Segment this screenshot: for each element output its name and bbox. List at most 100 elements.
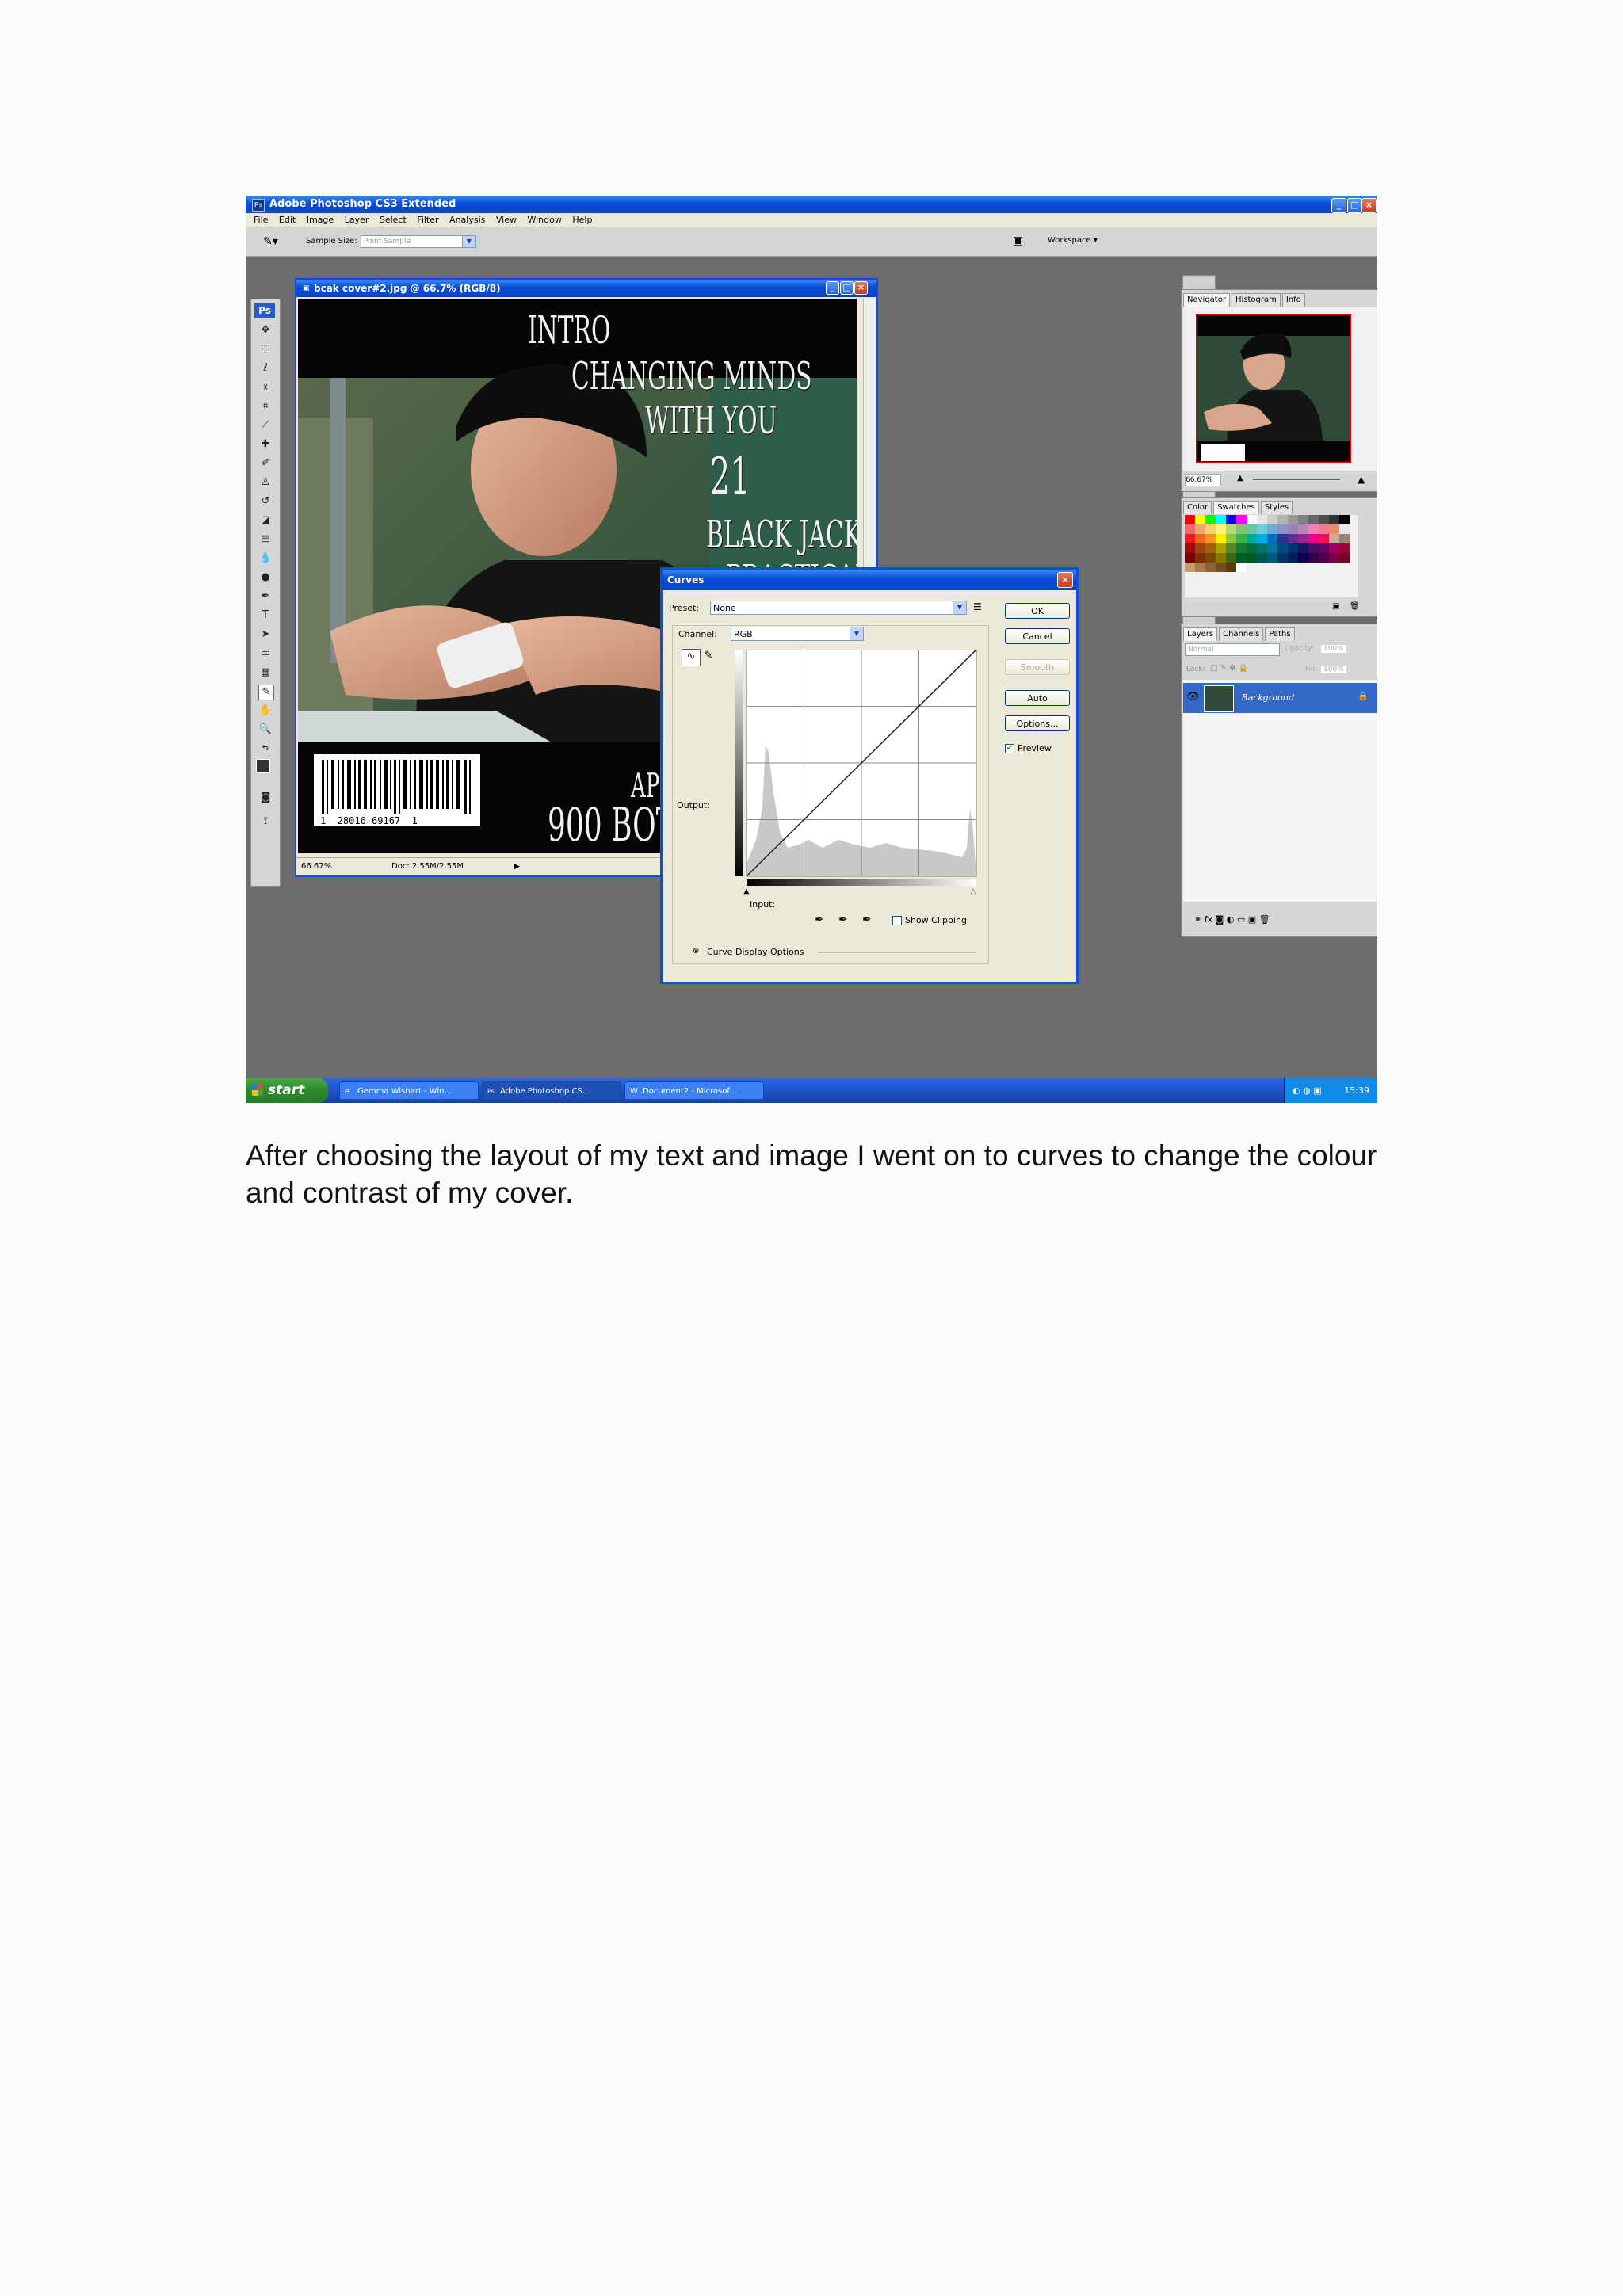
- pen-tool-icon[interactable]: ✒: [258, 589, 273, 604]
- white-eyedropper-icon[interactable]: ✒: [862, 913, 872, 926]
- taskbar-item-photoshop[interactable]: Ps Adobe Photoshop CS...: [482, 1081, 621, 1100]
- document-close-button[interactable]: ×: [854, 281, 868, 295]
- menu-select[interactable]: Select: [380, 213, 407, 227]
- zoom-level[interactable]: 66.67%: [301, 858, 331, 875]
- history-brush-tool-icon[interactable]: ↺: [258, 494, 273, 509]
- menu-help[interactable]: Help: [572, 213, 592, 227]
- tab-styles[interactable]: Styles: [1260, 501, 1293, 514]
- slice-tool-icon[interactable]: ⟋: [258, 418, 273, 433]
- hand-tool-icon[interactable]: ✋: [258, 704, 273, 718]
- tab-layers[interactable]: Layers: [1183, 627, 1218, 641]
- dodge-tool-icon[interactable]: ●: [258, 570, 273, 585]
- preset-options-icon[interactable]: ☰: [973, 601, 982, 612]
- swap-colors-icon[interactable]: ⇆: [258, 742, 273, 756]
- tray-icons[interactable]: ◐ ◍ ▣: [1293, 1078, 1322, 1103]
- curve-edit-points-icon[interactable]: ∿: [682, 649, 701, 666]
- start-button[interactable]: start: [246, 1078, 328, 1103]
- tab-histogram[interactable]: Histogram: [1231, 293, 1281, 307]
- document-minimize-button[interactable]: _: [826, 281, 839, 295]
- clone-stamp-tool-icon[interactable]: ♙: [258, 475, 273, 490]
- tab-paths[interactable]: Paths: [1265, 627, 1295, 641]
- smooth-button[interactable]: Smooth: [1005, 659, 1070, 675]
- opacity-value[interactable]: 100%: [1321, 645, 1346, 653]
- sample-size-select[interactable]: Point Sample ▼: [361, 235, 476, 248]
- menu-layer[interactable]: Layer: [345, 213, 369, 227]
- auto-button[interactable]: Auto: [1005, 690, 1070, 706]
- swatch-grid[interactable]: [1185, 515, 1358, 597]
- pencil-icon[interactable]: ✎: [701, 649, 716, 665]
- status-arrow-icon[interactable]: ▶: [514, 858, 520, 875]
- palette-well-icon[interactable]: ▣: [1013, 235, 1023, 247]
- blend-mode-select[interactable]: Normal: [1185, 643, 1280, 656]
- cancel-button[interactable]: Cancel: [1005, 628, 1070, 644]
- brush-tool-icon[interactable]: ✐: [258, 456, 273, 471]
- black-eyedropper-icon[interactable]: ✒: [815, 913, 824, 926]
- curves-close-button[interactable]: ×: [1057, 572, 1073, 588]
- lock-icons[interactable]: □ ✎ ✥ 🔒: [1210, 664, 1248, 673]
- preset-select[interactable]: None ▼: [710, 601, 967, 615]
- type-tool-icon[interactable]: T: [258, 608, 273, 623]
- eye-icon[interactable]: 👁: [1186, 691, 1200, 703]
- new-swatch-icon[interactable]: ▣: [1332, 602, 1339, 611]
- preview-checkbox[interactable]: ✔: [1005, 744, 1014, 753]
- curves-graph[interactable]: [735, 650, 980, 887]
- black-point-slider-icon[interactable]: ▲: [743, 887, 750, 896]
- menu-view[interactable]: View: [496, 213, 517, 227]
- menu-window[interactable]: Window: [527, 213, 561, 227]
- workspace-button[interactable]: Workspace ▾: [1048, 236, 1098, 245]
- layer-footer-icons[interactable]: ⚭ fx ◙ ◐ ▭ ▣ 🗑: [1194, 914, 1270, 925]
- layer-name[interactable]: Background: [1242, 692, 1294, 703]
- curve-display-options-label[interactable]: Curve Display Options: [707, 947, 804, 957]
- healing-brush-tool-icon[interactable]: ✚: [258, 437, 273, 452]
- lasso-tool-icon[interactable]: ℓ: [258, 361, 273, 376]
- zoom-out-icon[interactable]: ▲: [1237, 474, 1243, 482]
- navigator-thumbnail[interactable]: [1196, 314, 1351, 463]
- white-point-slider-icon[interactable]: △: [970, 887, 976, 896]
- ok-button[interactable]: OK: [1005, 603, 1070, 619]
- navigator-zoom-slider[interactable]: [1253, 479, 1340, 480]
- minimize-button[interactable]: _: [1331, 198, 1346, 213]
- swatch-colors[interactable]: [1185, 515, 1358, 597]
- menu-filter[interactable]: Filter: [417, 213, 438, 227]
- navigator-zoom[interactable]: 66.67%: [1185, 474, 1221, 486]
- gray-eyedropper-icon[interactable]: ✒: [838, 913, 848, 926]
- quick-mask-icon[interactable]: ◙: [258, 791, 273, 805]
- eraser-tool-icon[interactable]: ◪: [258, 513, 273, 528]
- maximize-button[interactable]: □: [1347, 198, 1362, 213]
- layer-row-background[interactable]: 👁 Background 🔒: [1183, 683, 1377, 713]
- zoom-tool-icon[interactable]: 🔍: [258, 723, 273, 737]
- expand-options-icon[interactable]: ⊗: [693, 947, 699, 955]
- tab-swatches[interactable]: Swatches: [1213, 501, 1259, 514]
- options-button[interactable]: Options...: [1005, 715, 1070, 731]
- fill-value[interactable]: 100%: [1321, 666, 1346, 673]
- show-clipping-checkbox[interactable]: [892, 916, 902, 925]
- screen-mode-icon[interactable]: ⟟: [258, 814, 273, 829]
- blur-tool-icon[interactable]: 💧: [258, 551, 273, 566]
- document-maximize-button[interactable]: □: [840, 281, 854, 295]
- menu-analysis[interactable]: Analysis: [449, 213, 485, 227]
- gradient-tool-icon[interactable]: ▤: [258, 532, 273, 547]
- foreground-color-swatch[interactable]: [256, 759, 270, 773]
- eyedropper-tool-icon[interactable]: ✎▾: [263, 235, 278, 248]
- menu-file[interactable]: File: [254, 213, 268, 227]
- menu-image[interactable]: Image: [307, 213, 334, 227]
- channel-select[interactable]: RGB ▼: [731, 627, 864, 641]
- zoom-in-icon[interactable]: ▲: [1358, 474, 1365, 485]
- tab-info[interactable]: Info: [1281, 293, 1305, 307]
- crop-tool-icon[interactable]: ⌗: [258, 399, 273, 414]
- tab-channels[interactable]: Channels: [1219, 627, 1264, 641]
- eyedropper-tool-icon[interactable]: ✎: [258, 685, 274, 700]
- notes-tool-icon[interactable]: ▦: [258, 666, 273, 680]
- magic-wand-tool-icon[interactable]: ⚹: [258, 380, 273, 395]
- shape-tool-icon[interactable]: ▭: [258, 646, 273, 661]
- taskbar-item-word[interactable]: W Document2 - Microsof...: [624, 1081, 764, 1100]
- menu-edit[interactable]: Edit: [279, 213, 296, 227]
- path-selection-tool-icon[interactable]: ➤: [258, 627, 273, 642]
- tab-color[interactable]: Color: [1183, 501, 1212, 514]
- delete-swatch-icon[interactable]: 🗑: [1350, 602, 1360, 611]
- tab-navigator[interactable]: Navigator: [1183, 293, 1230, 307]
- taskbar-item-browser[interactable]: ℯ Gemma Wishart - Win...: [339, 1081, 479, 1100]
- move-tool-icon[interactable]: ✥: [258, 323, 273, 338]
- marquee-tool-icon[interactable]: ⬚: [258, 342, 273, 357]
- close-button[interactable]: ×: [1361, 198, 1377, 213]
